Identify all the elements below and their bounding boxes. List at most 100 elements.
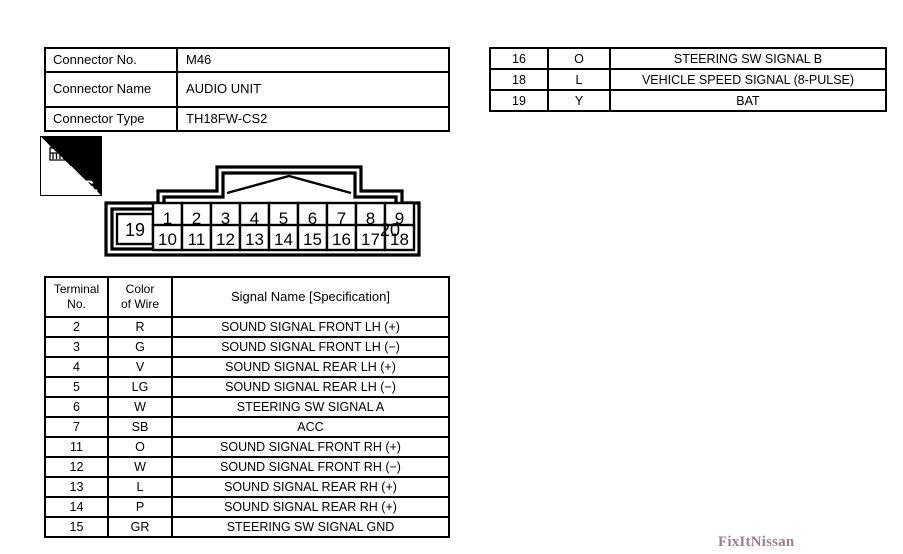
signal-name-cell: SOUND SIGNAL FRONT LH (+) [171,316,450,338]
pin-label-16: 16 [332,230,351,249]
pin-label-3: 3 [221,209,230,228]
signal-name-cell: ACC [171,416,450,438]
pin-label-6: 6 [308,209,317,228]
terminal-no-cell: 12 [44,456,109,478]
signal-name-cell: SOUND SIGNAL REAR LH (−) [171,376,450,398]
terminal-no-header: Terminal No. [44,276,109,318]
terminal-no-cell: 14 [44,496,109,518]
signal-name-cell: SOUND SIGNAL FRONT LH (−) [171,336,450,358]
wire-color-cell: G [107,336,173,358]
pin-label-10: 10 [158,230,177,249]
table-row: Connector Type TH18FW-CS2 [44,106,450,132]
pin-label-4: 4 [250,209,259,228]
signal-name-cell: BAT [609,89,887,112]
signal-name-cell: VEHICLE SPEED SIGNAL (8-PULSE) [609,68,887,91]
table-row: 4 V SOUND SIGNAL REAR LH (+) [44,356,450,378]
table-row: Connector No. M46 [44,47,450,73]
pin-label-17: 17 [361,230,380,249]
pin-label-8: 8 [366,209,375,228]
pin-label-13: 13 [245,230,264,249]
wire-color-cell: W [107,456,173,478]
connector-name-value: AUDIO UNIT [176,71,450,108]
pin-label-11: 11 [188,230,206,249]
pin-label-1: 1 [163,209,172,228]
table-row: 12 W SOUND SIGNAL FRONT RH (−) [44,456,450,478]
pin-label-14: 14 [274,230,293,249]
table-row: 14 P SOUND SIGNAL REAR RH (+) [44,496,450,518]
wire-color-cell: LG [107,376,173,398]
wire-color-header: Color of Wire [107,276,173,318]
table-row: Connector Name AUDIO UNIT [44,71,450,108]
pin-label-5: 5 [279,209,288,228]
wire-color-cell: GR [107,516,173,538]
wire-color-cell: L [107,476,173,498]
terminal-no-cell: 2 [44,316,109,338]
wire-color-cell: O [107,436,173,458]
wire-color-header-line1: Color [125,282,155,296]
pin-label-15: 15 [303,230,322,249]
terminal-no-cell: 6 [44,396,109,418]
signal-name-header: Signal Name [Specification] [171,276,450,318]
connector-type-value: TH18FW-CS2 [176,106,450,132]
pin-label-18: 18 [390,230,409,249]
terminal-no-cell: 5 [44,376,109,398]
connector-type-label: Connector Type [44,106,178,132]
wire-color-cell: V [107,356,173,378]
connector-info-table: Connector No. M46 Connector Name AUDIO U… [44,47,450,132]
connector-pin-diagram: 19 20 1 2 3 4 5 6 7 8 9 10 11 12 13 14 1… [100,163,425,260]
pin-label-7: 7 [337,209,346,228]
pin-label-9: 9 [395,209,404,228]
terminal-no-header-line1: Terminal [53,282,100,296]
pin-label-2: 2 [192,209,201,228]
terminal-table-head: Terminal No. Color of Wire Signal Name [… [44,276,450,318]
table-row: 13 L SOUND SIGNAL REAR RH (+) [44,476,450,498]
signal-name-cell: SOUND SIGNAL FRONT RH (−) [171,456,450,478]
table-row: 19 Y BAT [489,89,887,112]
wire-color-cell: R [107,316,173,338]
connector-name-label: Connector Name [44,71,178,108]
terminal-no-cell: 19 [489,89,549,112]
table-row: 2 R SOUND SIGNAL FRONT LH (+) [44,316,450,338]
terminal-no-header-line2: No. [67,297,86,311]
table-row: 18 L VEHICLE SPEED SIGNAL (8-PULSE) [489,68,887,91]
pin-label-12: 12 [216,230,235,249]
terminal-no-cell: 3 [44,336,109,358]
signal-name-cell: SOUND SIGNAL REAR RH (+) [171,476,450,498]
top-right-signal-body: 16 O STEERING SW SIGNAL B 18 L VEHICLE S… [489,47,887,112]
terminal-no-cell: 11 [44,436,109,458]
connector-no-label: Connector No. [44,47,178,73]
wire-color-cell: L [547,68,611,91]
wire-color-cell: Y [547,89,611,112]
table-row: 6 W STEERING SW SIGNAL A [44,396,450,418]
pin-label-19: 19 [125,220,145,240]
table-row: 15 GR STEERING SW SIGNAL GND [44,516,450,538]
table-header-row: Terminal No. Color of Wire Signal Name [… [44,276,450,318]
wire-color-cell: P [107,496,173,518]
harness-side-icon: H.S. [40,136,102,196]
wire-color-cell: O [547,47,611,70]
latch-chevron-icon [226,174,352,195]
terminal-no-cell: 18 [489,68,549,91]
wire-color-cell: W [107,396,173,418]
connector-housing-icon [49,142,74,161]
hs-label: H.S. [66,177,99,196]
terminal-no-cell: 7 [44,416,109,438]
wire-color-cell: SB [107,416,173,438]
top-right-signal-table: 16 O STEERING SW SIGNAL B 18 L VEHICLE S… [489,47,887,112]
terminal-signal-table: Terminal No. Color of Wire Signal Name [… [44,276,450,538]
table-row: 5 LG SOUND SIGNAL REAR LH (−) [44,376,450,398]
wire-color-header-line2: of Wire [120,297,159,311]
signal-name-cell: STEERING SW SIGNAL GND [171,516,450,538]
signal-name-cell: STEERING SW SIGNAL B [609,47,887,70]
terminal-no-cell: 4 [44,356,109,378]
watermark: FixItNissan [718,534,795,550]
connector-info-body: Connector No. M46 Connector Name AUDIO U… [44,47,450,132]
table-row: 3 G SOUND SIGNAL FRONT LH (−) [44,336,450,358]
terminal-no-cell: 15 [44,516,109,538]
terminal-no-cell: 16 [489,47,549,70]
signal-name-cell: SOUND SIGNAL FRONT RH (+) [171,436,450,458]
signal-name-cell: STEERING SW SIGNAL A [171,396,450,418]
table-row: 11 O SOUND SIGNAL FRONT RH (+) [44,436,450,458]
table-row: 7 SB ACC [44,416,450,438]
signal-name-cell: SOUND SIGNAL REAR LH (+) [171,356,450,378]
